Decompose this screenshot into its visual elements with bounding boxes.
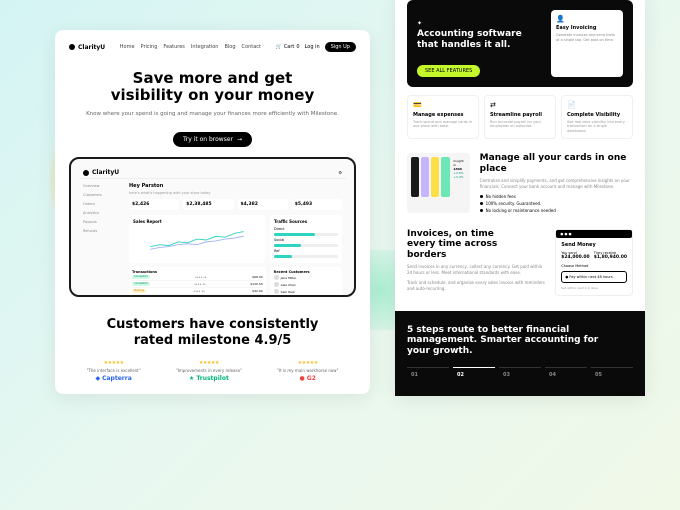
dash-logo: ClarityU bbox=[83, 169, 119, 176]
sales-chart: Sales Report bbox=[129, 215, 265, 263]
nav-contact[interactable]: Contact bbox=[242, 44, 261, 50]
step-5[interactable]: 05 bbox=[591, 367, 633, 382]
sidebar-item[interactable]: Overview bbox=[81, 183, 117, 189]
feature-expenses: 💳 Manage expenses Track spend and manage… bbox=[407, 95, 479, 140]
step-2[interactable]: 02 bbox=[453, 367, 495, 382]
stat-card: $2,38,485 bbox=[183, 199, 233, 210]
footer-title: 5 steps route to better financialmanagem… bbox=[407, 325, 633, 357]
stars-icon: ★★★★★ bbox=[87, 360, 141, 366]
line-chart-icon bbox=[133, 226, 261, 254]
flow-icon: ⇄ bbox=[490, 101, 550, 109]
method-option[interactable]: ● Pay within next 48 hours bbox=[561, 271, 627, 283]
cards-title: Manage all your cards in one place bbox=[480, 153, 633, 174]
g2-icon: ● bbox=[300, 375, 305, 382]
capterra-logo[interactable]: ◆Capterra bbox=[87, 375, 141, 382]
stat-card: $5,493 bbox=[292, 199, 342, 210]
logo-icon bbox=[69, 44, 75, 50]
hero-subtitle: Know where your spend is going and manag… bbox=[69, 111, 356, 119]
stat-card: $4,382 bbox=[238, 199, 288, 210]
invoices-title: Invoices, on timeevery time acrossborder… bbox=[407, 229, 545, 260]
review-trustpilot: ★★★★★ "Improvements in every release" ★T… bbox=[176, 360, 242, 382]
nav-features[interactable]: Features bbox=[163, 44, 185, 50]
person-icon: 👤 bbox=[556, 15, 618, 23]
see-features-button[interactable]: SEE ALL FEATURES bbox=[417, 65, 480, 77]
doc-icon: 📄 bbox=[567, 101, 627, 109]
step-3[interactable]: 03 bbox=[499, 367, 541, 382]
top-nav: ClarityU Home Pricing Features Integrati… bbox=[69, 42, 356, 52]
invoices-section: Invoices, on timeevery time acrossborder… bbox=[407, 229, 633, 296]
ratings-title: Customers have consistentlyrated milesto… bbox=[69, 317, 356, 348]
cta-button[interactable]: Try it on browser → bbox=[173, 132, 252, 147]
arrow-icon: → bbox=[237, 136, 242, 143]
hero: Save more and getvisibility on your mone… bbox=[69, 70, 356, 147]
card-icon: 💳 bbox=[413, 101, 473, 109]
login-link[interactable]: Log in bbox=[305, 44, 320, 50]
sparkle-icon: ✦ bbox=[417, 20, 422, 27]
review-g2: ★★★★★ "It is my main workhorse now" ●G2 bbox=[277, 360, 338, 382]
landing-page-right: ✦ Accounting software that handles it al… bbox=[395, 0, 645, 396]
hero-title: Save more and getvisibility on your mone… bbox=[69, 70, 356, 105]
g2-logo[interactable]: ●G2 bbox=[277, 375, 338, 382]
dark-hero-title: Accounting software that handles it all. bbox=[417, 29, 541, 51]
sidebar-item[interactable]: Analytics bbox=[81, 210, 117, 216]
traffic-card: Traffic Sources Direct Social Ref bbox=[270, 215, 342, 263]
step-4[interactable]: 04 bbox=[545, 367, 587, 382]
sidebar-item[interactable]: Customers bbox=[81, 192, 117, 198]
greeting: Hey Parston bbox=[129, 183, 342, 189]
nav-pricing[interactable]: Pricing bbox=[141, 44, 158, 50]
landing-page-left: ClarityU Home Pricing Features Integrati… bbox=[55, 30, 370, 394]
signup-button[interactable]: Sign Up bbox=[325, 42, 356, 52]
brand-name: ClarityU bbox=[78, 44, 105, 51]
greeting-sub: here's what's happening with your store … bbox=[129, 191, 342, 195]
steps-footer: 5 steps route to better financialmanagem… bbox=[395, 311, 645, 396]
ratings-section: Customers have consistentlyrated milesto… bbox=[69, 317, 356, 382]
feature-payroll: ⇄ Streamline payroll Run accurate payrol… bbox=[484, 95, 556, 140]
nav-integration[interactable]: Integration bbox=[191, 44, 219, 50]
nav-links: Home Pricing Features Integration Blog C… bbox=[120, 44, 261, 50]
review-capterra: ★★★★★ "The interface is excellent" ◆Capt… bbox=[87, 360, 141, 382]
nav-blog[interactable]: Blog bbox=[224, 44, 235, 50]
capterra-icon: ◆ bbox=[95, 375, 100, 382]
stat-card: $2,426 bbox=[129, 199, 179, 210]
cart-button[interactable]: 🛒 Cart 0 bbox=[276, 44, 300, 50]
cards-widget: Insight in $500 +2.6% +3.4% bbox=[407, 153, 470, 213]
step-1[interactable]: 01 bbox=[407, 367, 449, 382]
feature-visibility: 📄 Complete Visibility See real-time visi… bbox=[561, 95, 633, 140]
sidebar-item[interactable]: Payouts bbox=[81, 219, 117, 225]
sidebar-item[interactable]: Refunds bbox=[81, 228, 117, 234]
transactions-card: Transactions Completed•••• ••$68.00 Comp… bbox=[129, 267, 266, 297]
customers-card: Recent Customers Jane Miller Alex Chen S… bbox=[271, 267, 342, 297]
dark-hero: ✦ Accounting software that handles it al… bbox=[407, 0, 633, 87]
bullet: No hidden fees bbox=[480, 194, 633, 199]
logo[interactable]: ClarityU bbox=[69, 44, 105, 51]
dashboard-preview: ClarityU⚙ Overview Customers Orders Anal… bbox=[69, 157, 356, 297]
cards-desc: Centralize and simplify payments, and ge… bbox=[480, 178, 633, 189]
trustpilot-logo[interactable]: ★Trustpilot bbox=[176, 375, 242, 382]
star-icon: ★ bbox=[189, 375, 194, 382]
feature-invoicing: 👤 Easy Invoicing Generate invoices and s… bbox=[551, 10, 623, 77]
nav-home[interactable]: Home bbox=[120, 44, 135, 50]
sidebar-item[interactable]: Orders bbox=[81, 201, 117, 207]
dash-sidebar: Overview Customers Orders Analytics Payo… bbox=[79, 179, 119, 297]
feature-grid: 💳 Manage expenses Track spend and manage… bbox=[407, 95, 633, 140]
avatar bbox=[274, 275, 279, 280]
cards-section: Insight in $500 +2.6% +3.4% Manage all y… bbox=[407, 153, 633, 215]
send-money-widget: ● ● ● Send Money You send$24,000.00 They… bbox=[555, 229, 633, 296]
